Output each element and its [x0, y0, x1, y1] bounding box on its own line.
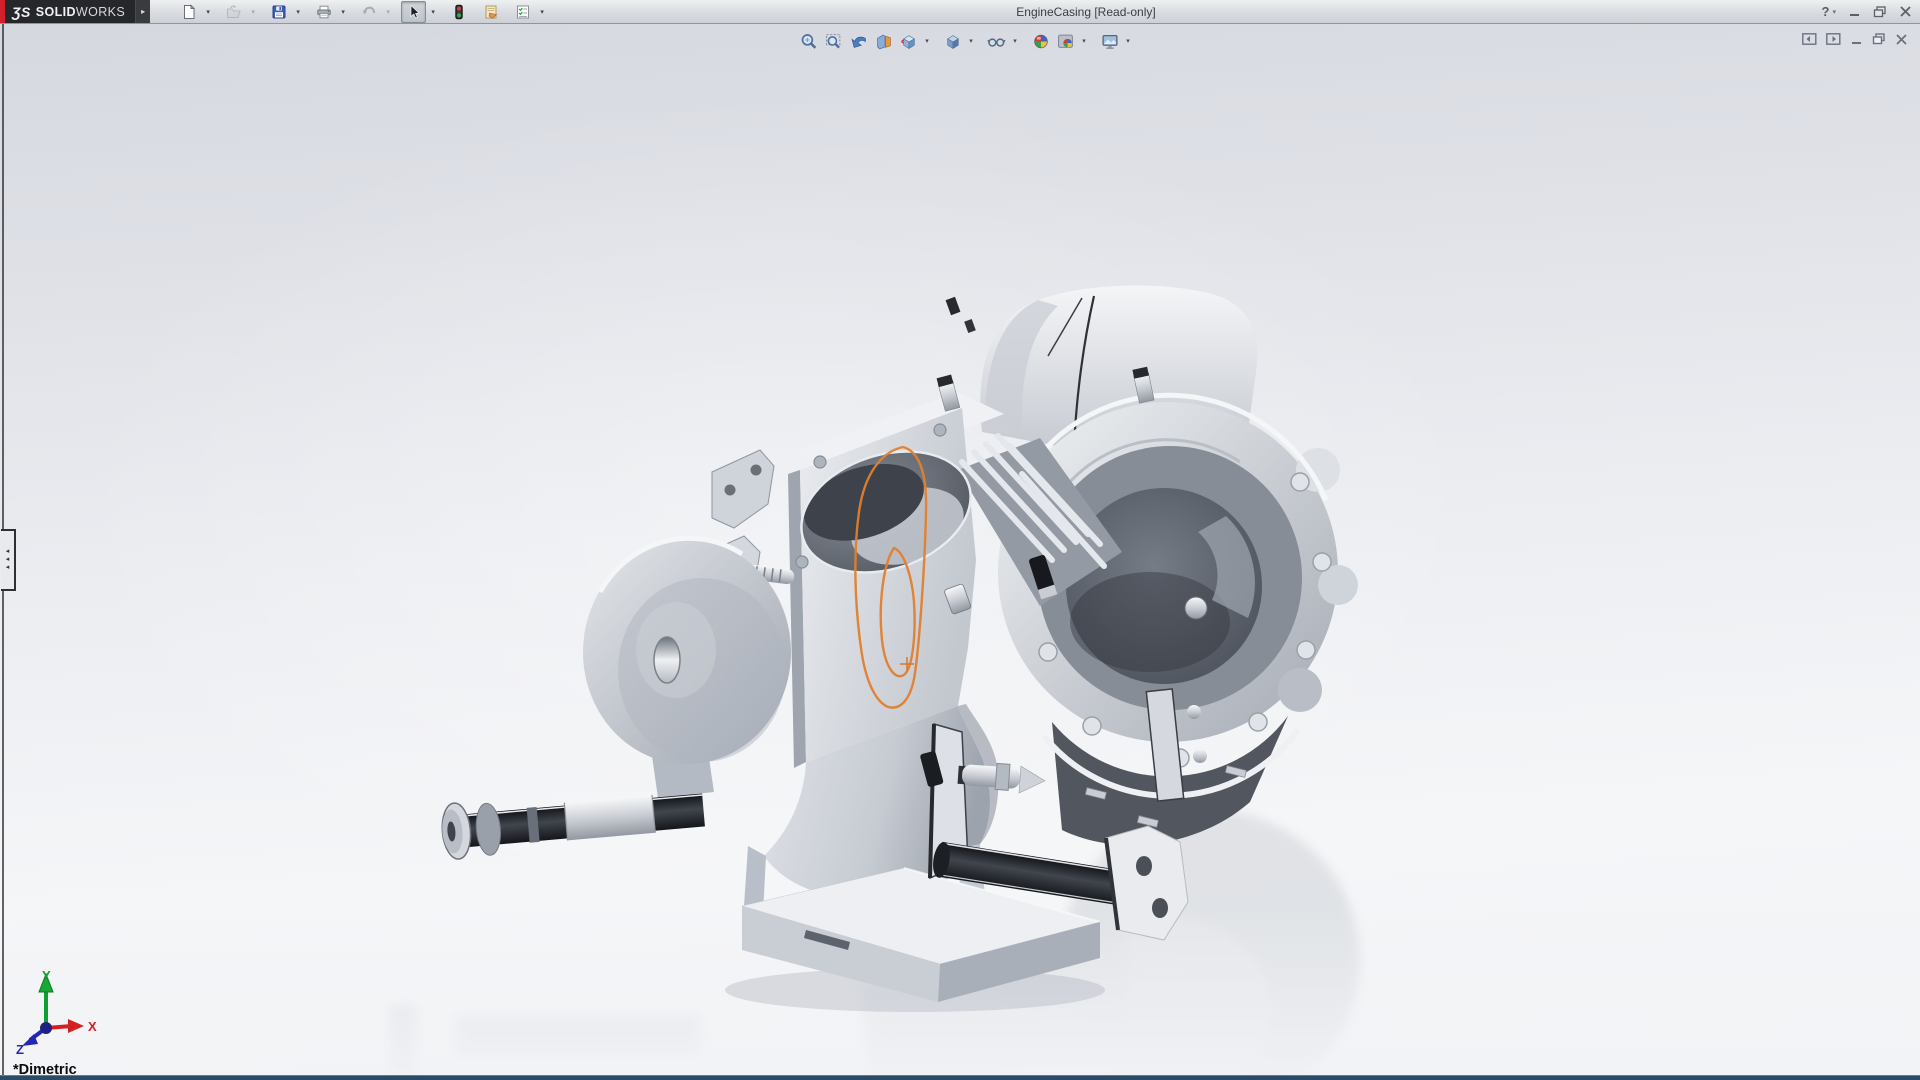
titlebar-controls: ? ▾ [1822, 0, 1912, 23]
titlebar: ƷS SOLIDWORKS ▸ ▾ ▾ [0, 0, 1920, 24]
doc-restore-button[interactable] [1872, 33, 1886, 45]
triad-x-label: X [88, 1019, 97, 1034]
housing-center-bolt [1185, 597, 1207, 619]
close-icon [1899, 6, 1912, 17]
solidworks-window: ƷS SOLIDWORKS ▸ ▾ ▾ [0, 0, 1920, 1080]
view-orientation-dropdown[interactable]: ▾ [922, 30, 933, 52]
open-button[interactable] [221, 1, 246, 23]
reference-triad: Y X Z [8, 966, 108, 1056]
logo-name-bold: SOLID [36, 5, 76, 19]
document-window-controls [1802, 33, 1908, 45]
view-settings-button[interactable] [1098, 30, 1122, 52]
doc-close-button[interactable] [1895, 34, 1908, 45]
new-document-icon [181, 4, 197, 20]
pane-right-toggle-icon [1826, 33, 1841, 45]
options-button[interactable] [510, 1, 535, 23]
print-icon [316, 4, 332, 20]
options-dropdown[interactable]: ▾ [536, 2, 548, 22]
new-document-dropdown[interactable]: ▾ [202, 2, 214, 22]
feature-manager-collapsed-tab[interactable]: ◂ ◂ ◂ [1, 529, 16, 591]
select-tool-dropdown[interactable]: ▾ [427, 2, 439, 22]
edit-appearance-button[interactable] [1029, 30, 1053, 52]
rebuild-button[interactable] [446, 1, 471, 23]
view-settings-dropdown[interactable]: ▾ [1123, 30, 1134, 52]
doc-minimize-button[interactable] [1850, 34, 1863, 45]
zoom-to-fit-icon [800, 33, 817, 50]
hide-show-items-button[interactable] [985, 30, 1009, 52]
previous-view-icon [850, 33, 867, 50]
minimize-icon [1848, 6, 1861, 17]
display-style-dropdown[interactable]: ▾ [966, 30, 977, 52]
view-orientation-icon [900, 33, 917, 50]
previous-view-button[interactable] [847, 30, 871, 52]
print-dropdown[interactable]: ▾ [337, 2, 349, 22]
file-properties-icon [483, 4, 499, 20]
open-dropdown[interactable]: ▾ [247, 2, 259, 22]
restore-button[interactable] [1873, 6, 1887, 18]
logo-mark: ƷS [12, 4, 31, 20]
apply-scene-dropdown[interactable]: ▾ [1079, 30, 1090, 52]
zoom-to-fit-button[interactable] [797, 30, 821, 52]
section-view-icon [875, 33, 892, 50]
view-orientation-button[interactable] [897, 30, 921, 52]
undo-dropdown[interactable]: ▾ [382, 2, 394, 22]
select-cursor-icon [406, 4, 422, 20]
main-toolbar: ▾ ▾ ▾ [176, 1, 548, 23]
help-button[interactable]: ? ▾ [1822, 4, 1836, 19]
zoom-to-area-button[interactable] [822, 30, 846, 52]
apply-scene-button[interactable] [1054, 30, 1078, 52]
pane-left-toggle-button[interactable] [1802, 33, 1817, 45]
undo-button[interactable] [356, 1, 381, 23]
select-tool-button[interactable] [401, 1, 426, 23]
new-document-button[interactable] [176, 1, 201, 23]
headsup-view-toolbar: ▾ ▾ ▾ [797, 30, 1134, 52]
glasses-icon [988, 33, 1006, 50]
solidworks-logo: ƷS SOLIDWORKS [5, 0, 135, 23]
doc-restore-icon [1872, 33, 1886, 45]
apply-scene-icon [1057, 33, 1074, 50]
traffic-light-icon [451, 4, 467, 20]
options-checklist-icon [515, 4, 531, 20]
pane-left-toggle-icon [1802, 33, 1817, 45]
close-button[interactable] [1899, 6, 1912, 17]
view-settings-icon [1101, 33, 1118, 50]
open-folder-icon [226, 4, 242, 20]
graphics-viewport[interactable]: ◂ ◂ ◂ [0, 24, 1920, 1080]
menu-expand-tab[interactable]: ▸ [135, 0, 150, 23]
pane-right-toggle-button[interactable] [1826, 33, 1841, 45]
disc-center-hole [654, 637, 680, 683]
display-style-button[interactable] [941, 30, 965, 52]
window-title: EngineCasing [Read-only] [1016, 5, 1155, 19]
display-style-icon [944, 33, 961, 50]
brand-block: ƷS SOLIDWORKS ▸ [0, 0, 150, 23]
triad-z-label: Z [16, 1042, 24, 1056]
logo-name-light: WORKS [76, 5, 125, 19]
doc-minimize-icon [1850, 34, 1863, 45]
file-properties-button[interactable] [478, 1, 503, 23]
section-view-button[interactable] [872, 30, 896, 52]
doc-close-icon [1895, 34, 1908, 45]
triad-y-label: Y [42, 968, 51, 983]
save-floppy-icon [271, 4, 287, 20]
print-button[interactable] [311, 1, 336, 23]
zoom-to-area-icon [825, 33, 842, 50]
save-dropdown[interactable]: ▾ [292, 2, 304, 22]
save-button[interactable] [266, 1, 291, 23]
minimize-button[interactable] [1848, 6, 1861, 17]
undo-icon [361, 4, 377, 20]
engine-casing-model [0, 24, 1920, 1080]
hide-show-items-dropdown[interactable]: ▾ [1010, 30, 1021, 52]
appearance-ball-icon [1032, 33, 1049, 50]
restore-icon [1873, 6, 1887, 18]
window-bottom-border [0, 1075, 1920, 1080]
